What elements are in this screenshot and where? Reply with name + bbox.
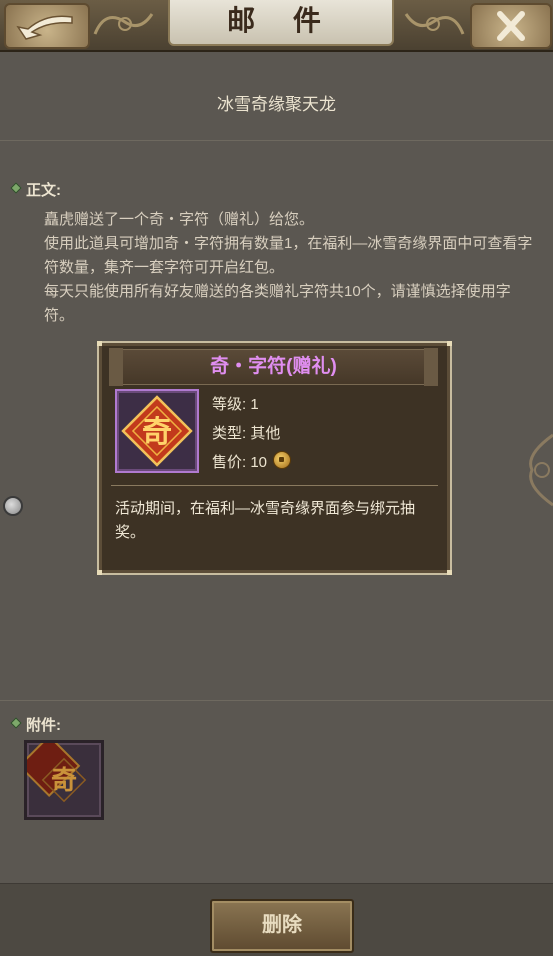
close-icon xyxy=(497,11,525,41)
mail-screen: 邮 件 冰雪奇缘聚天龙 正文: 矗虎赠送了一个奇・字符（赠礼）给您。 使用此道具… xyxy=(0,0,553,956)
item-description: 活动期间，在福利—冰雪奇缘界面参与绑元抽奖。 xyxy=(115,500,416,541)
item-tooltip: 奇・字符(赠礼) 奇 等级: 1 类型: 其他 售价: 10 活动期间，在福利—… xyxy=(97,341,452,575)
subject-area: 冰雪奇缘聚天龙 xyxy=(0,52,553,141)
item-type: 类型: 其他 xyxy=(212,425,281,442)
mail-body: 矗虎赠送了一个奇・字符（赠礼）给您。 使用此道具可增加奇・字符拥有数量1，在福利… xyxy=(44,208,534,328)
price-value: 10 xyxy=(250,454,268,471)
close-button[interactable] xyxy=(470,3,552,49)
corner-ornament xyxy=(447,341,452,346)
body-line: 矗虎赠送了一个奇・字符（赠礼）给您。 xyxy=(44,211,315,228)
item-level: 等级: 1 xyxy=(212,396,259,413)
bullet-diamond-icon xyxy=(10,182,22,194)
item-name: 奇・字符(赠礼) xyxy=(210,356,337,377)
cloud-ornament-icon xyxy=(404,13,465,35)
body-line: 使用此道具可增加奇・字符拥有数量1，在福利—冰雪奇缘界面中可查看字符数量，集齐一… xyxy=(44,235,533,276)
divider xyxy=(111,485,438,486)
attachment-item-slot[interactable]: 奇 xyxy=(18,734,104,820)
scroll-handle[interactable] xyxy=(3,496,23,516)
mail-subject: 冰雪奇缘聚天龙 xyxy=(217,95,336,114)
title-bar-cap xyxy=(109,348,123,386)
back-arrow-icon xyxy=(16,15,73,40)
corner-ornament xyxy=(97,341,102,346)
bullet-diamond-icon xyxy=(10,717,22,729)
tooltip-title-bar: 奇・字符(赠礼) xyxy=(109,348,438,386)
attachment-label: 附件: xyxy=(26,717,61,734)
body-line: 每天只能使用所有好友赠送的各类赠礼字符共10个，请谨慎选择使用字符。 xyxy=(44,283,511,324)
fortune-charm-icon: 奇 xyxy=(121,395,193,467)
item-icon-frame: 奇 xyxy=(115,389,199,473)
corner-ornament xyxy=(97,570,102,575)
body-label: 正文: xyxy=(26,182,61,199)
page-title: 邮 件 xyxy=(168,0,394,46)
back-button[interactable] xyxy=(4,3,90,49)
cloud-ornament-icon xyxy=(93,13,154,35)
divider xyxy=(0,700,553,701)
fortune-charm-icon: 奇 xyxy=(18,734,87,803)
price-label: 售价: xyxy=(212,454,251,471)
side-ornament-icon xyxy=(529,433,553,507)
charm-glyph: 奇 xyxy=(51,766,77,796)
coin-icon xyxy=(273,451,292,469)
item-price: 售价: 10 xyxy=(212,451,292,472)
delete-button[interactable]: 删除 xyxy=(210,899,354,953)
corner-ornament xyxy=(447,570,452,575)
charm-glyph: 奇 xyxy=(142,415,172,450)
header-bar: 邮 件 xyxy=(0,0,553,52)
title-bar-cap xyxy=(424,348,438,386)
